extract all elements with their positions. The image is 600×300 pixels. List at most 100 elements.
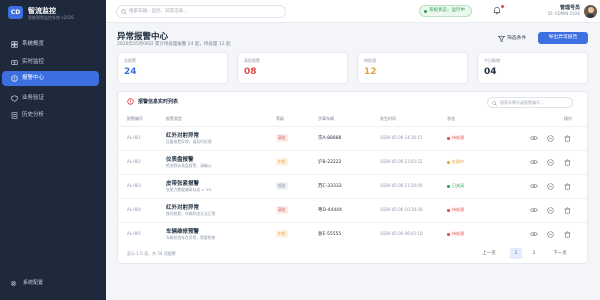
alarm-id: AL-003 xyxy=(127,183,141,188)
system-status-text: 系统状态：运行中 xyxy=(429,8,465,13)
user-name: 管理号员 xyxy=(559,5,580,11)
alert-icon xyxy=(11,75,18,82)
sidebar-item-overview[interactable]: 系统概览 xyxy=(2,37,99,52)
app-logo: CD xyxy=(8,6,23,19)
sidebar-item-alarm-center[interactable]: 报警中心 xyxy=(2,71,99,86)
column-header: 等级 xyxy=(276,116,284,121)
edit-icon[interactable] xyxy=(547,183,554,190)
sidebar-item-live-monitor[interactable]: 实时监控 xyxy=(2,55,99,70)
filter-icon xyxy=(498,35,505,42)
alarm-type: 红外对射异常 xyxy=(166,205,200,211)
column-header: 涉事车辆 xyxy=(318,116,334,121)
sidebar-item-label: 业务验证 xyxy=(22,95,45,101)
alarm-id: AL-004 xyxy=(127,207,141,212)
delete-icon[interactable] xyxy=(564,183,571,190)
eye-icon[interactable] xyxy=(530,135,538,141)
table-row[interactable]: AL-003 皮带张紧报警 张紧力数据偏离标准 > 5% 低危 苏C-33333… xyxy=(118,174,587,196)
delete-icon[interactable] xyxy=(564,135,571,142)
column-header: 状态 xyxy=(447,116,455,121)
bell-icon[interactable] xyxy=(493,6,501,15)
page-1-button[interactable]: 1 xyxy=(510,248,522,259)
eye-icon[interactable] xyxy=(530,231,538,237)
stat-label: 待处理 xyxy=(364,58,376,63)
alarm-time: 2026-05-06 14:30:15 xyxy=(380,135,423,140)
status-dot xyxy=(447,160,450,164)
table-search-input[interactable] xyxy=(500,99,570,106)
alarm-description: 车辆状态存在异常，需要检修 xyxy=(166,235,216,240)
edit-icon[interactable] xyxy=(547,135,554,142)
export-report-button[interactable]: 导出异常报告 xyxy=(538,32,588,44)
alarm-type: 仪表盘报警 xyxy=(166,157,194,163)
stat-card-total: 总报警 24 xyxy=(117,52,228,84)
table-search[interactable] xyxy=(487,97,573,108)
alarm-type: 车辆维修预警 xyxy=(166,229,200,235)
status-dot xyxy=(447,208,450,212)
alarm-time: 2026-05-06 10:10:30 xyxy=(380,207,423,212)
alert-circle-icon xyxy=(127,98,134,105)
status-badge: 待处理 xyxy=(447,231,464,237)
level-badge: 低危 xyxy=(276,182,288,190)
sidebar-item-label: 实时监控 xyxy=(22,59,45,65)
status-text: 处理中 xyxy=(452,159,464,164)
column-header: 报警编号 xyxy=(127,116,143,121)
edit-icon[interactable] xyxy=(547,207,554,214)
prev-page-button[interactable]: 上一页 xyxy=(475,248,503,259)
system-status-badge: 系统状态：运行中 xyxy=(419,5,472,17)
filter-button[interactable]: 筛选条件 xyxy=(495,33,533,44)
delete-icon[interactable] xyxy=(564,231,571,238)
vehicle-plate: 粤D-44444 xyxy=(318,208,342,213)
status-text: 待处理 xyxy=(452,231,464,236)
table-row[interactable]: AL-002 仪表盘报警 检测到仪表盘报警，请确认 中危 沪B-22222 20… xyxy=(118,150,587,172)
alarm-type: 红外对射异常 xyxy=(166,133,200,139)
delete-icon[interactable] xyxy=(564,159,571,166)
sidebar-item-history[interactable]: 历史分析 xyxy=(2,108,99,123)
next-page-button[interactable]: 下一页 xyxy=(546,248,574,259)
stat-value: 08 xyxy=(244,67,257,77)
alarm-id: AL-001 xyxy=(127,135,141,140)
status-dot xyxy=(447,184,450,188)
vehicle-plate: 苏C-33333 xyxy=(318,184,342,189)
stat-label: 今日新增 xyxy=(484,58,500,63)
alarm-table-panel: 报警信息实时列表 报警编号 报警类型 等级 涉事车辆 发生时间 状态 操作 AL… xyxy=(117,91,588,264)
sidebar-item-business-verify[interactable]: 业务验证 xyxy=(2,91,99,106)
search-input[interactable] xyxy=(129,7,279,16)
filter-label: 筛选条件 xyxy=(507,36,527,41)
table-row[interactable]: AL-004 红外对射异常 夜间巡检，车辆状态无法正常 高危 粤D-44444 … xyxy=(118,198,587,220)
table-row[interactable]: AL-001 红外对射异常 设备巡检异常，请及时处理 高危 京A-88888 2… xyxy=(118,126,587,148)
edit-icon[interactable] xyxy=(547,159,554,166)
stat-card-today: 今日新增 04 xyxy=(477,52,588,84)
alarm-description: 张紧力数据偏离标准 > 5% xyxy=(166,187,212,192)
top-bar: 系统状态：运行中 管理号员 ID: ADMIN-2026 xyxy=(106,0,600,23)
page-subtitle: 2026年05月06日 累计待处理报警 24 起，待处理 12 起 xyxy=(117,42,231,47)
pagination-summary: 显示 1-5 项，共 24 项报警 xyxy=(127,251,176,256)
table-row[interactable]: AL-005 车辆维修预警 车辆状态存在异常，需要检修 中危 浙E-55555 … xyxy=(118,222,587,244)
alarm-time: 2026-05-06 09:45:10 xyxy=(380,231,423,236)
avatar[interactable] xyxy=(584,5,597,18)
page-2-button[interactable]: 2 xyxy=(528,248,540,259)
search-icon xyxy=(121,9,127,15)
sidebar-item-settings[interactable]: 系统配置 xyxy=(10,278,100,288)
alarm-type: 皮带张紧报警 xyxy=(166,181,200,187)
column-header: 报警类型 xyxy=(166,116,182,121)
alarm-time: 2026-05-06 11:20:00 xyxy=(380,183,423,188)
alarm-id: AL-005 xyxy=(127,231,141,236)
eye-icon[interactable] xyxy=(530,207,538,213)
stat-card-high-risk: 高危报警 08 xyxy=(237,52,348,84)
video-icon xyxy=(11,60,18,65)
level-badge: 高危 xyxy=(276,134,288,142)
global-search[interactable] xyxy=(116,5,286,18)
stat-value: 04 xyxy=(484,67,497,77)
search-icon xyxy=(492,100,497,106)
eye-icon[interactable] xyxy=(530,183,538,189)
delete-icon[interactable] xyxy=(564,207,571,214)
status-text: 待处理 xyxy=(452,207,464,212)
vehicle-plate: 沪B-22222 xyxy=(318,160,342,165)
alarm-description: 检测到仪表盘报警，请确认 xyxy=(166,163,212,168)
status-badge: 待处理 xyxy=(447,207,464,213)
column-header: 操作 xyxy=(564,116,572,121)
alarm-time: 2026-05-06 13:05:22 xyxy=(380,159,423,164)
sidebar-item-label: 系统配置 xyxy=(23,280,44,286)
status-text: 已关闭 xyxy=(452,183,464,188)
eye-icon[interactable] xyxy=(530,159,538,165)
edit-icon[interactable] xyxy=(547,231,554,238)
